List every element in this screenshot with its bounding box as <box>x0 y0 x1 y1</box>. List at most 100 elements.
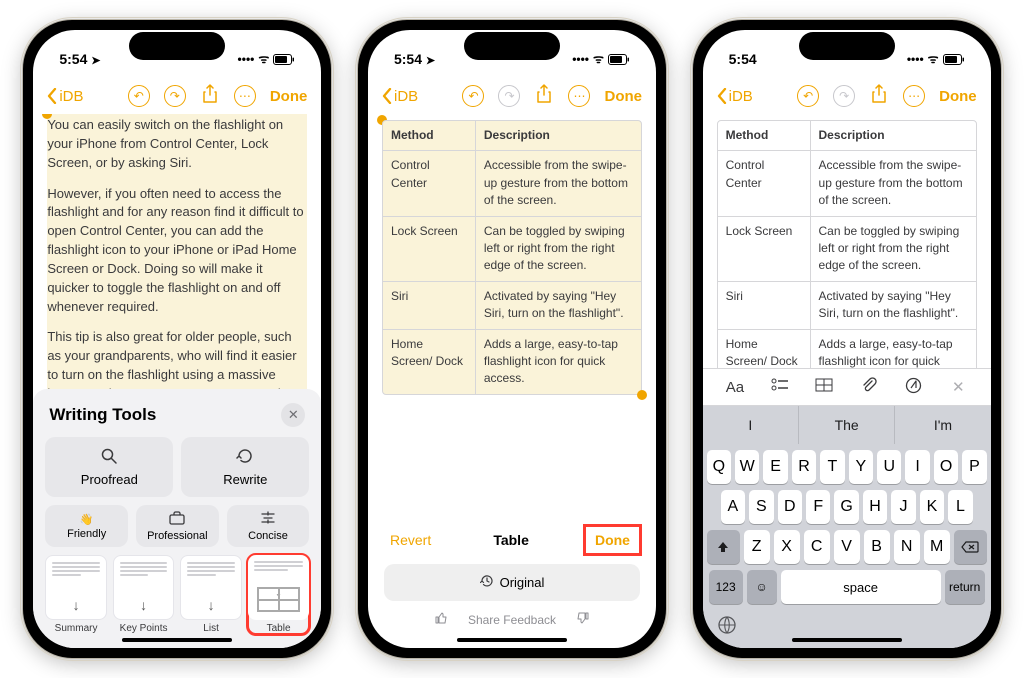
suggestion[interactable]: I'm <box>895 406 990 444</box>
status-icons: ••••ᯤ <box>238 53 296 65</box>
key[interactable]: C <box>804 530 830 564</box>
key[interactable]: Z <box>744 530 770 564</box>
key[interactable]: B <box>864 530 890 564</box>
table-cell: Accessible from the swipe-up gesture fro… <box>811 151 976 215</box>
attachment-icon[interactable] <box>855 377 883 397</box>
checklist-icon[interactable] <box>766 378 794 396</box>
professional-button[interactable]: Professional <box>136 505 219 547</box>
table-cell: Can be toggled by swiping left or right … <box>476 217 641 281</box>
generated-table[interactable]: MethodDescription Control CenterAccessib… <box>717 120 977 368</box>
original-button[interactable]: Original <box>384 564 640 601</box>
markup-icon[interactable] <box>900 377 928 398</box>
key[interactable]: E <box>763 450 787 484</box>
table-cell: Control Center <box>383 151 476 215</box>
writing-tools-panel: Writing Tools ✕ Proofread Rewrite <box>33 389 321 648</box>
key[interactable]: U <box>877 450 901 484</box>
status-icons: ••••ᯤ <box>572 53 630 65</box>
key[interactable]: F <box>806 490 830 524</box>
key[interactable]: K <box>920 490 944 524</box>
friendly-button[interactable]: 👋 Friendly <box>45 505 128 547</box>
panel-title: Writing Tools <box>49 405 156 425</box>
key[interactable]: J <box>891 490 915 524</box>
text-style-button[interactable]: Aa <box>721 379 749 396</box>
home-indicator[interactable] <box>792 638 902 642</box>
key[interactable]: N <box>894 530 920 564</box>
thumbs-down-icon[interactable] <box>576 611 590 628</box>
key[interactable]: O <box>934 450 958 484</box>
key[interactable]: I <box>905 450 929 484</box>
key[interactable]: W <box>735 450 759 484</box>
keypoints-card[interactable]: ↓ <box>113 555 175 620</box>
result-bar: Revert Table Done Original Share Feedbac… <box>368 516 656 648</box>
back-button[interactable]: iDB <box>382 88 418 105</box>
shift-key[interactable] <box>707 530 740 564</box>
table-card[interactable]: ↓ <box>248 555 310 620</box>
revert-button[interactable]: Revert <box>384 528 437 552</box>
status-icons: ••••ᯤ <box>907 53 965 65</box>
done-button[interactable]: Done <box>585 526 640 554</box>
done-button[interactable]: Done <box>270 88 308 105</box>
proofread-button[interactable]: Proofread <box>45 437 173 497</box>
home-indicator[interactable] <box>457 638 567 642</box>
note-content[interactable]: MethodDescription Control CenterAccessib… <box>703 114 991 368</box>
globe-icon[interactable] <box>717 615 737 640</box>
table-icon[interactable] <box>810 378 838 396</box>
more-icon[interactable]: ⋯ <box>903 85 925 107</box>
summary-card[interactable]: ↓ <box>45 555 107 620</box>
undo-icon[interactable]: ↶ <box>462 85 484 107</box>
table-cell: Siri <box>718 282 811 329</box>
table-cell: Can be toggled by swiping left or right … <box>811 217 976 281</box>
nav-bar: iDB ↶ ↷ ⋯ Done <box>703 78 991 114</box>
table-cell: Accessible from the swipe-up gesture fro… <box>476 151 641 215</box>
key[interactable]: X <box>774 530 800 564</box>
key[interactable]: D <box>778 490 802 524</box>
key[interactable]: S <box>749 490 773 524</box>
done-button[interactable]: Done <box>939 88 977 105</box>
home-indicator[interactable] <box>122 638 232 642</box>
suggestion[interactable]: I <box>703 406 799 444</box>
list-card[interactable]: ↓ <box>180 555 242 620</box>
key[interactable]: M <box>924 530 950 564</box>
return-key[interactable]: return <box>945 570 985 604</box>
key[interactable]: Y <box>849 450 873 484</box>
table-cell: Activated by saying "Hey Siri, turn on t… <box>811 282 976 329</box>
key[interactable]: L <box>948 490 972 524</box>
close-icon[interactable]: ✕ <box>281 403 305 427</box>
backspace-key[interactable] <box>954 530 987 564</box>
back-button[interactable]: iDB <box>47 88 83 105</box>
key[interactable]: Q <box>707 450 731 484</box>
key[interactable]: R <box>792 450 816 484</box>
key[interactable]: P <box>962 450 986 484</box>
key[interactable]: G <box>834 490 858 524</box>
feedback-label[interactable]: Share Feedback <box>468 613 556 627</box>
back-button[interactable]: iDB <box>717 88 753 105</box>
concise-button[interactable]: Concise <box>227 505 310 547</box>
space-key[interactable]: space <box>781 570 941 604</box>
numbers-key[interactable]: 123 <box>709 570 743 604</box>
more-icon[interactable]: ⋯ <box>234 85 256 107</box>
briefcase-icon <box>169 511 185 528</box>
more-icon[interactable]: ⋯ <box>568 85 590 107</box>
table-cell: Lock Screen <box>718 217 811 281</box>
done-button[interactable]: Done <box>604 88 642 105</box>
share-icon[interactable] <box>869 84 889 109</box>
rewrite-button[interactable]: Rewrite <box>181 437 309 497</box>
thumbs-up-icon[interactable] <box>434 611 448 628</box>
key[interactable]: A <box>721 490 745 524</box>
key[interactable]: V <box>834 530 860 564</box>
key[interactable]: T <box>820 450 844 484</box>
undo-icon[interactable]: ↶ <box>797 85 819 107</box>
close-keyboard-icon[interactable]: ✕ <box>944 378 972 396</box>
share-icon[interactable] <box>200 84 220 109</box>
share-icon[interactable] <box>534 84 554 109</box>
generated-table[interactable]: MethodDescription Control CenterAccessib… <box>382 120 642 395</box>
table-cell: Control Center <box>718 151 811 215</box>
emoji-key[interactable]: ☺ <box>747 570 777 604</box>
note-content[interactable]: MethodDescription Control CenterAccessib… <box>368 114 656 516</box>
key[interactable]: H <box>863 490 887 524</box>
note-content[interactable]: You can easily switch on the flashlight … <box>33 114 321 389</box>
suggestion[interactable]: The <box>799 406 895 444</box>
concise-icon <box>260 511 276 528</box>
undo-icon[interactable]: ↶ <box>128 85 150 107</box>
redo-icon[interactable]: ↷ <box>164 85 186 107</box>
